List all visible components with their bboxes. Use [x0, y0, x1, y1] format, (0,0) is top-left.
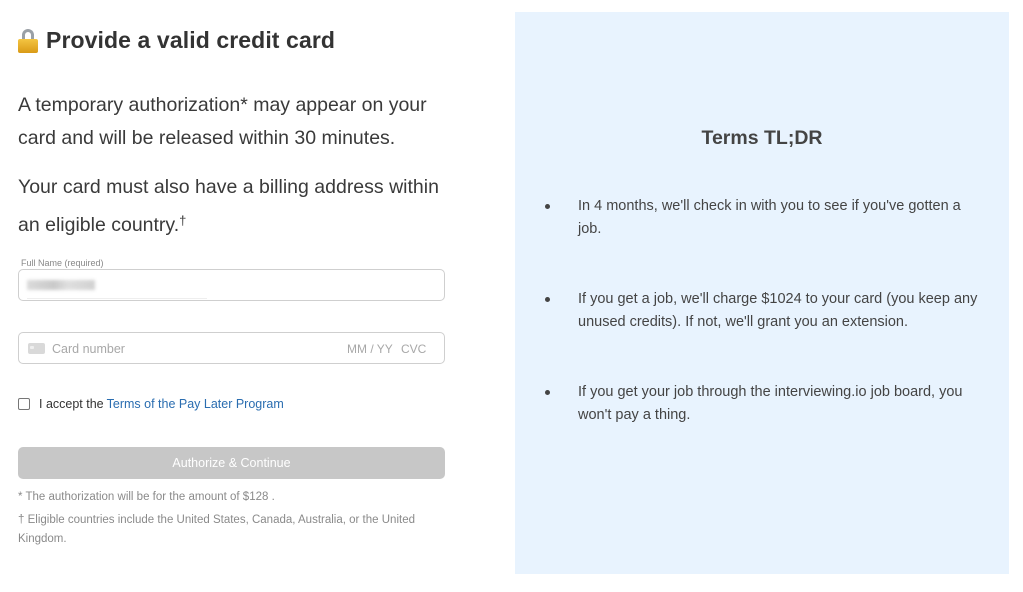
redacted-name-value	[27, 280, 95, 290]
amount-footnote: * The authorization will be for the amou…	[18, 491, 275, 503]
terms-acceptance-row: I accept the Terms of the Pay Later Prog…	[18, 397, 284, 411]
full-name-label: Full Name (required)	[21, 258, 104, 268]
terms-item-text: If you get your job through the intervie…	[578, 384, 963, 423]
authorization-notice: A temporary authorization* may appear on…	[18, 94, 427, 149]
terms-item-text: If you get a job, we'll charge $1024 to …	[578, 291, 978, 330]
page-title: Provide a valid credit card	[46, 26, 336, 53]
bullet-icon	[545, 390, 550, 395]
terms-summary-panel: Terms TL;DR In 4 months, we'll check in …	[515, 12, 1009, 574]
list-item: If you get a job, we'll charge $1024 to …	[542, 288, 982, 334]
field-underline	[27, 298, 207, 299]
bullet-icon	[545, 204, 550, 209]
page-title-row: Provide a valid credit card	[18, 18, 445, 62]
countries-footnote: † Eligible countries include the United …	[18, 514, 415, 545]
expiry-placeholder: MM / YY	[347, 342, 393, 356]
list-item: In 4 months, we'll check in with you to …	[542, 195, 982, 241]
accept-terms-checkbox[interactable]	[18, 398, 30, 410]
accept-prefix-text: I accept the	[39, 397, 104, 411]
terms-item-text: In 4 months, we'll check in with you to …	[578, 198, 961, 237]
authorize-continue-button[interactable]: Authorize & Continue	[18, 447, 445, 479]
card-number-placeholder: Card number	[52, 342, 125, 356]
billing-notice-text: Your card must also have a billing addre…	[18, 176, 439, 236]
payment-form-panel: Provide a valid credit card A temporary …	[18, 18, 445, 545]
pay-later-terms-link[interactable]: Terms of the Pay Later Program	[107, 397, 284, 411]
full-name-input[interactable]	[18, 269, 445, 301]
cvc-placeholder: CVC	[401, 342, 427, 356]
lock-icon	[18, 29, 38, 53]
dagger-mark: †	[179, 213, 187, 228]
terms-title: Terms TL;DR	[701, 127, 823, 149]
card-details-input[interactable]: Card number MM / YY CVC	[18, 332, 445, 364]
terms-list: In 4 months, we'll check in with you to …	[542, 195, 982, 427]
list-item: If you get your job through the intervie…	[542, 381, 982, 427]
credit-card-icon	[28, 343, 45, 354]
billing-notice: Your card must also have a billing addre…	[18, 171, 445, 242]
bullet-icon	[545, 297, 550, 302]
